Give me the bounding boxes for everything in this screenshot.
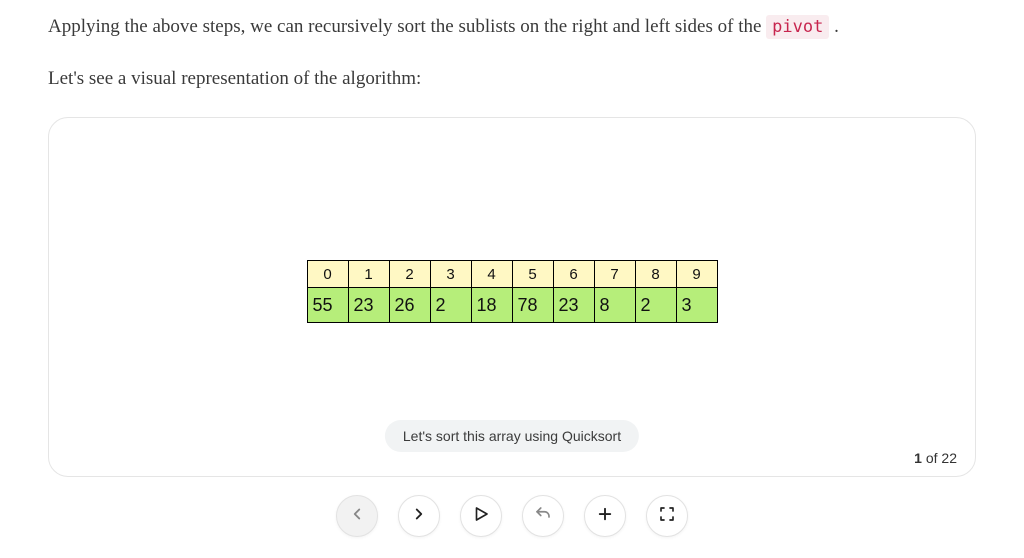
value-cell: 3 [676, 287, 718, 323]
page-of-label: of [922, 450, 941, 466]
fullscreen-icon [658, 505, 676, 526]
controls-row [48, 495, 976, 537]
play-icon [472, 505, 490, 526]
index-cell: 5 [512, 260, 554, 288]
value-row: 55 23 26 2 18 78 23 8 2 3 [307, 288, 718, 323]
paragraph-recursive: Applying the above steps, we can recursi… [48, 12, 976, 42]
value-cell: 8 [594, 287, 636, 323]
index-row: 0 1 2 3 4 5 6 7 8 9 [307, 260, 718, 288]
undo-icon [534, 505, 552, 526]
zoom-button[interactable] [584, 495, 626, 537]
array-table: 0 1 2 3 4 5 6 7 8 9 55 23 26 2 18 78 23 … [307, 260, 718, 323]
previous-button[interactable] [336, 495, 378, 537]
next-button[interactable] [398, 495, 440, 537]
paragraph-visual-intro: Let's see a visual representation of the… [48, 64, 976, 94]
index-cell: 2 [389, 260, 431, 288]
play-button[interactable] [460, 495, 502, 537]
index-cell: 4 [471, 260, 513, 288]
index-cell: 1 [348, 260, 390, 288]
inline-code-pivot: pivot [766, 15, 829, 39]
index-cell: 8 [635, 260, 677, 288]
page-total: 22 [941, 450, 957, 466]
value-cell: 78 [512, 287, 554, 323]
fullscreen-button[interactable] [646, 495, 688, 537]
plus-icon [596, 505, 614, 526]
index-cell: 0 [307, 260, 349, 288]
value-cell: 2 [430, 287, 472, 323]
page-current: 1 [914, 450, 922, 466]
value-cell: 23 [348, 287, 390, 323]
value-cell: 23 [553, 287, 595, 323]
value-cell: 26 [389, 287, 431, 323]
visualization-caption: Let's sort this array using Quicksort [385, 420, 639, 452]
chevron-left-icon [348, 505, 366, 526]
index-cell: 7 [594, 260, 636, 288]
index-cell: 3 [430, 260, 472, 288]
reset-button[interactable] [522, 495, 564, 537]
paragraph-text-pre: Applying the above steps, we can recursi… [48, 16, 766, 37]
index-cell: 9 [676, 260, 718, 288]
value-cell: 55 [307, 287, 349, 323]
value-cell: 18 [471, 287, 513, 323]
visualization-panel: 0 1 2 3 4 5 6 7 8 9 55 23 26 2 18 78 23 … [48, 117, 976, 477]
paragraph-text-post: . [834, 16, 839, 37]
page-indicator: 1 of 22 [914, 450, 957, 466]
value-cell: 2 [635, 287, 677, 323]
index-cell: 6 [553, 260, 595, 288]
chevron-right-icon [410, 505, 428, 526]
